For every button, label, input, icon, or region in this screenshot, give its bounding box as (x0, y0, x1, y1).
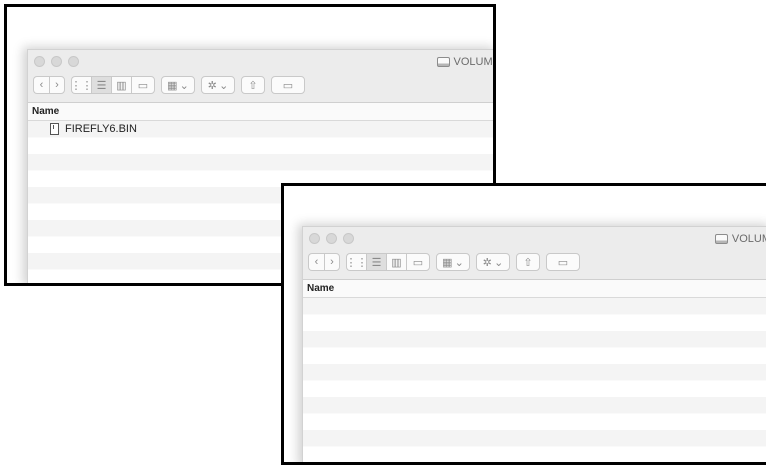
file-row[interactable]: FIREFLY6.BIN (28, 121, 493, 137)
toolbar: ‹ › ⋮⋮ ☰ ▥ ▭ ▦ ⌄ ✲ ⌄ ⇧ ▭ (28, 74, 493, 96)
arrange-button[interactable]: ▦ ⌄ (161, 76, 195, 94)
zoom-button[interactable] (68, 56, 79, 67)
column-view-button[interactable]: ▥ (386, 253, 406, 271)
nav-buttons: ‹ › (33, 76, 65, 94)
icon-view-button[interactable]: ⋮⋮ (70, 76, 93, 94)
tag-icon: ▭ (282, 79, 294, 92)
close-button[interactable] (34, 56, 45, 67)
arrange-icon: ▦ (167, 79, 178, 92)
forward-button[interactable]: › (324, 253, 340, 271)
list-view-button[interactable]: ☰ (91, 76, 111, 94)
chevron-right-icon: › (330, 256, 334, 268)
file-name: FIREFLY6.BIN (65, 123, 137, 135)
grid-icon: ⋮⋮ (345, 256, 368, 269)
chevron-left-icon: ‹ (314, 256, 319, 268)
view-switcher: ⋮⋮ ☰ ▥ ▭ (346, 253, 430, 271)
window-controls (309, 233, 354, 244)
chevron-right-icon: › (55, 79, 59, 91)
window-title: VOLUME (436, 56, 496, 68)
columns-icon: ▥ (116, 79, 127, 92)
drive-icon (436, 57, 450, 67)
cover-flow-icon: ▭ (412, 256, 424, 269)
arrange-button[interactable]: ▦ ⌄ (436, 253, 470, 271)
columns-icon: ▥ (391, 256, 402, 269)
volume-label: VOLUM (731, 233, 766, 245)
back-button[interactable]: ‹ (308, 253, 324, 271)
window-title: VOLUM (714, 233, 766, 245)
forward-button[interactable]: › (49, 76, 65, 94)
action-button[interactable]: ✲ ⌄ (476, 253, 510, 271)
toolbar: ‹ › ⋮⋮ ☰ ▥ ▭ ▦ ⌄ ✲ ⌄ ⇧ ▭ (303, 251, 766, 273)
share-button[interactable]: ⇧ (241, 76, 265, 94)
cover-flow-icon: ▭ (137, 79, 149, 92)
list-icon: ☰ (371, 256, 382, 269)
cover-flow-button[interactable]: ▭ (406, 253, 430, 271)
tag-button[interactable]: ▭ (271, 76, 305, 94)
nav-buttons: ‹ › (308, 253, 340, 271)
arrange-icon: ▦ (442, 256, 453, 269)
chevron-left-icon: ‹ (39, 79, 44, 91)
close-button[interactable] (309, 233, 320, 244)
icon-view-button[interactable]: ⋮⋮ (345, 253, 368, 271)
column-view-button[interactable]: ▥ (111, 76, 131, 94)
zoom-button[interactable] (343, 233, 354, 244)
gear-icon: ✲ (482, 256, 492, 269)
grid-icon: ⋮⋮ (70, 79, 93, 92)
window-controls (34, 56, 79, 67)
minimize-button[interactable] (326, 233, 337, 244)
tag-icon: ▭ (557, 256, 569, 269)
list-view-button[interactable]: ☰ (366, 253, 386, 271)
back-button[interactable]: ‹ (33, 76, 49, 94)
share-button[interactable]: ⇧ (516, 253, 540, 271)
minimize-button[interactable] (51, 56, 62, 67)
finder-window: VOLUM ‹ › ⋮⋮ ☰ ▥ ▭ ▦ ⌄ ✲ ⌄ ⇧ ▭ Name (302, 226, 766, 462)
list-icon: ☰ (96, 79, 107, 92)
gear-icon: ✲ (207, 79, 217, 92)
title-bar: VOLUM (303, 227, 766, 251)
document-icon (50, 123, 59, 135)
name-column-header[interactable]: Name (303, 280, 766, 298)
file-rows (303, 298, 766, 462)
action-button[interactable]: ✲ ⌄ (201, 76, 235, 94)
drive-icon (714, 234, 728, 244)
volume-label: VOLUME (453, 56, 496, 68)
share-icon: ⇧ (248, 79, 258, 92)
name-column-header[interactable]: Name (28, 103, 493, 121)
share-icon: ⇧ (523, 256, 533, 269)
title-bar: VOLUME (28, 50, 496, 74)
file-list: Name (303, 279, 766, 462)
tag-button[interactable]: ▭ (546, 253, 580, 271)
screenshot-panel-2: VOLUM ‹ › ⋮⋮ ☰ ▥ ▭ ▦ ⌄ ✲ ⌄ ⇧ ▭ Name (281, 183, 766, 465)
cover-flow-button[interactable]: ▭ (131, 76, 155, 94)
view-switcher: ⋮⋮ ☰ ▥ ▭ (71, 76, 155, 94)
